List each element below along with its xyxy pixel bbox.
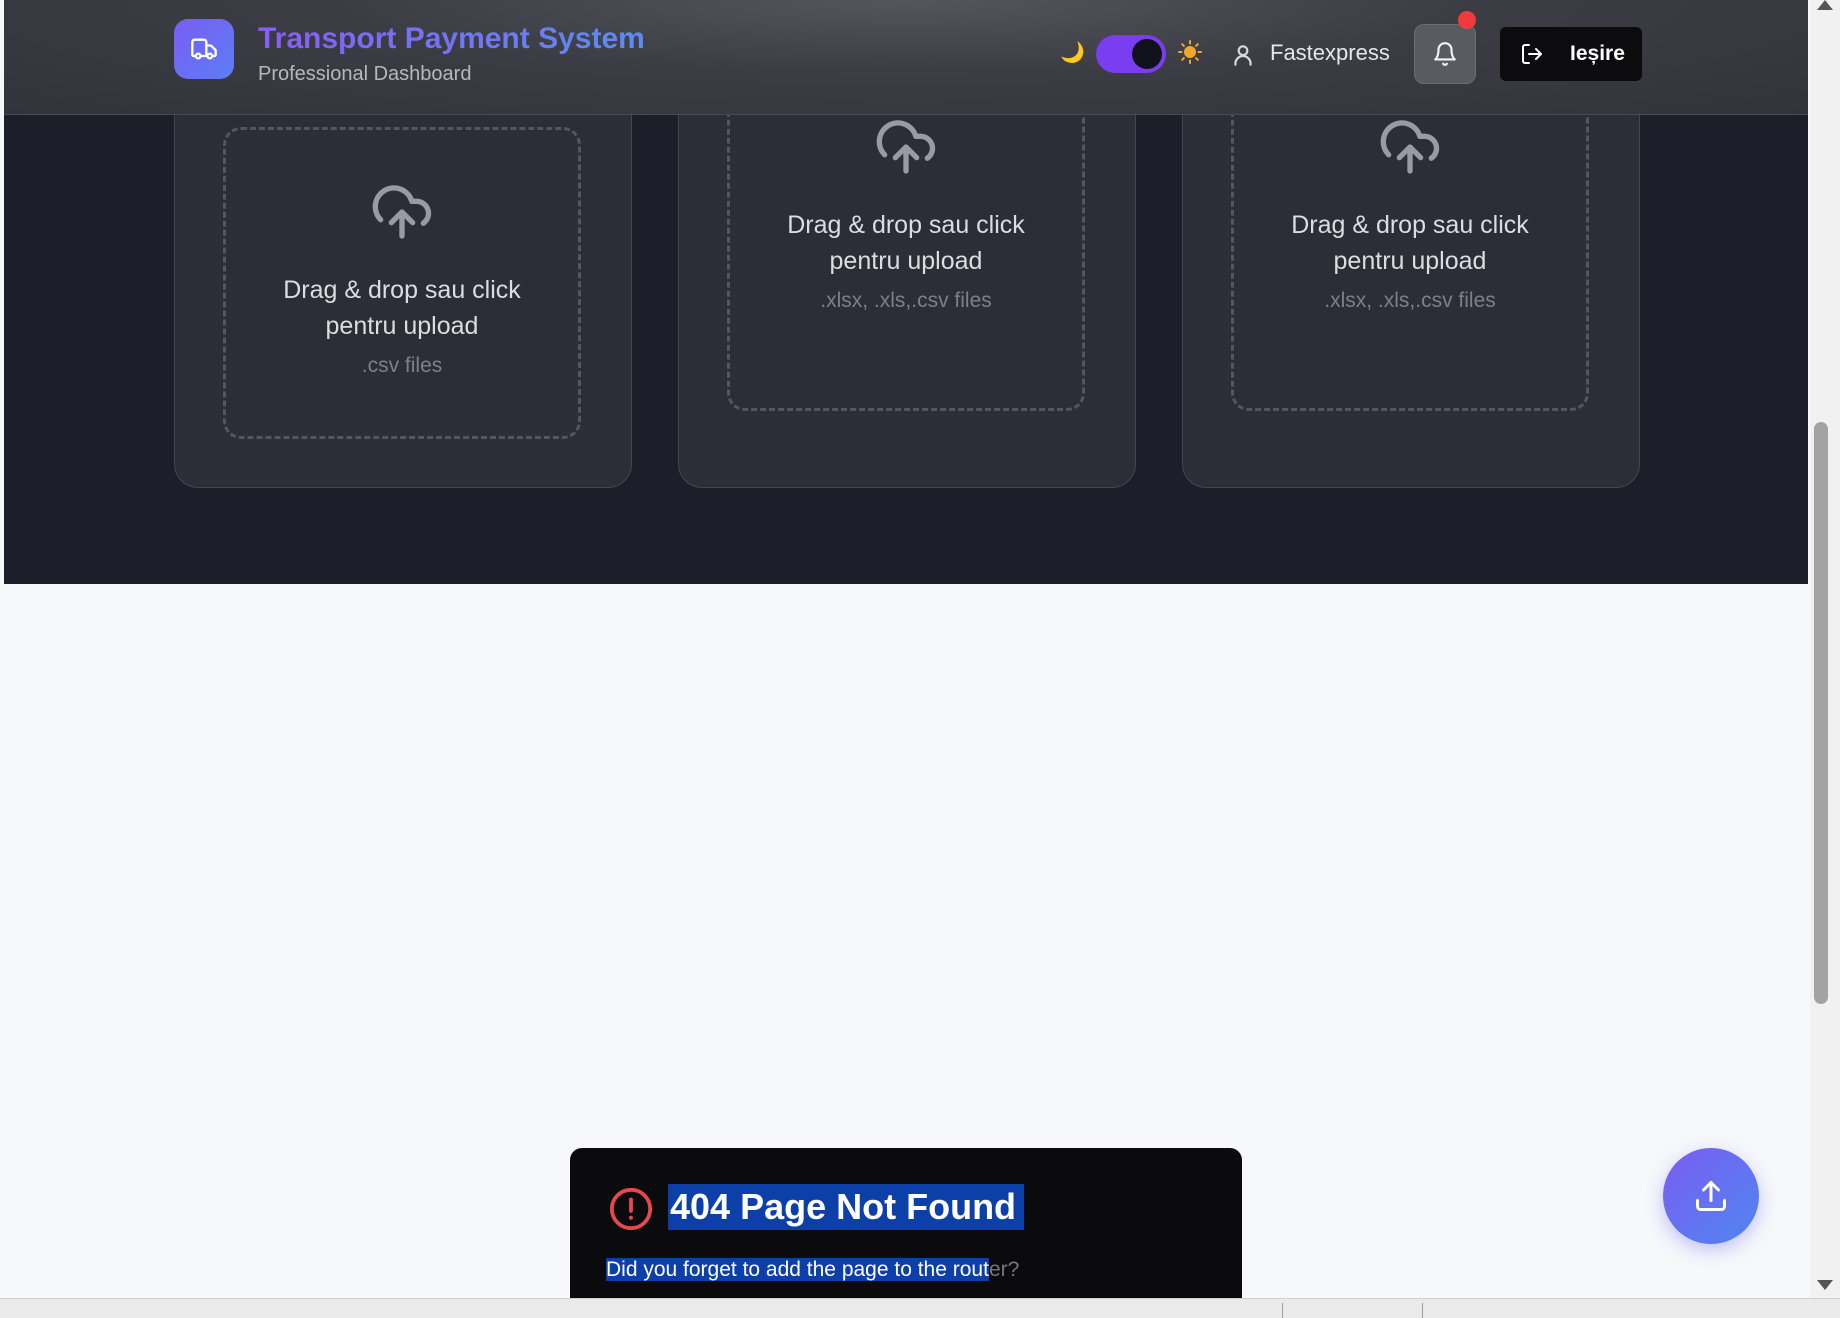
bell-icon xyxy=(1434,42,1456,66)
error-title: 404 Page Not Found xyxy=(668,1184,1025,1230)
status-bar xyxy=(0,1298,1840,1318)
status-bar-divider xyxy=(1422,1303,1423,1318)
app-subtitle: Professional Dashboard xyxy=(258,63,472,85)
dropzone-formats: .xlsx, .xls,.csv files xyxy=(820,289,992,312)
scroll-down-arrow[interactable] xyxy=(1817,1280,1833,1290)
cloud-upload-icon xyxy=(372,185,432,239)
truck-icon xyxy=(191,38,217,60)
app-logo[interactable] xyxy=(174,19,234,79)
scrollbar-thumb[interactable] xyxy=(1814,422,1828,1004)
upload-card-2: Drag & drop sau click pentru upload .xls… xyxy=(678,71,1136,488)
app-title: Transport Payment System xyxy=(258,22,645,55)
scroll-up-arrow[interactable] xyxy=(1817,0,1833,10)
app-header: Transport Payment System Professional Da… xyxy=(4,0,1808,115)
cloud-upload-icon xyxy=(876,120,936,174)
logout-icon xyxy=(1522,44,1542,64)
toggle-knob xyxy=(1132,39,1162,69)
alert-circle-icon xyxy=(609,1187,653,1231)
moon-icon: 🌙 xyxy=(1060,42,1085,64)
error-message-rest: er? xyxy=(988,1258,1020,1281)
upload-icon xyxy=(1696,1181,1726,1211)
upload-card-3: Drag & drop sau click pentru upload .xls… xyxy=(1182,71,1640,488)
notifications-button[interactable] xyxy=(1414,24,1476,84)
cloud-upload-icon xyxy=(1380,120,1440,174)
dropzone-xlsx-2[interactable]: Drag & drop sau click pentru upload .xls… xyxy=(1231,71,1589,411)
sun-icon xyxy=(1178,40,1202,64)
logout-button[interactable]: Ieșire xyxy=(1500,27,1642,81)
dropzone-label: Drag & drop sau click pentru upload xyxy=(787,211,1025,275)
dropzone-formats: .csv files xyxy=(361,354,443,377)
dropzone-xlsx-1[interactable]: Drag & drop sau click pentru upload .xls… xyxy=(727,71,1085,411)
error-toast: 404 Page Not Found Did you forget to add… xyxy=(570,1148,1242,1298)
notification-dot xyxy=(1458,11,1476,29)
upload-fab-button[interactable] xyxy=(1663,1148,1759,1244)
dropzone-csv[interactable]: Drag & drop sau click pentru upload .csv… xyxy=(223,127,581,439)
dropzone-label: Drag & drop sau click pentru upload xyxy=(1291,211,1529,275)
user-name: Fastexpress xyxy=(1270,40,1390,65)
theme-toggle[interactable] xyxy=(1096,35,1166,73)
logout-label: Ieșire xyxy=(1570,42,1625,65)
upload-card-1: Drag & drop sau click pentru upload .csv… xyxy=(174,80,632,488)
dropzone-formats: .xlsx, .xls,.csv files xyxy=(1324,289,1496,312)
error-message: Did you forget to add the page to the ro… xyxy=(606,1258,1019,1282)
user-icon xyxy=(1234,45,1252,66)
error-message-selected: Did you forget to add the page to the ro… xyxy=(606,1258,989,1281)
status-bar-divider xyxy=(1282,1303,1283,1318)
dropzone-label: Drag & drop sau click pentru upload xyxy=(283,276,521,340)
